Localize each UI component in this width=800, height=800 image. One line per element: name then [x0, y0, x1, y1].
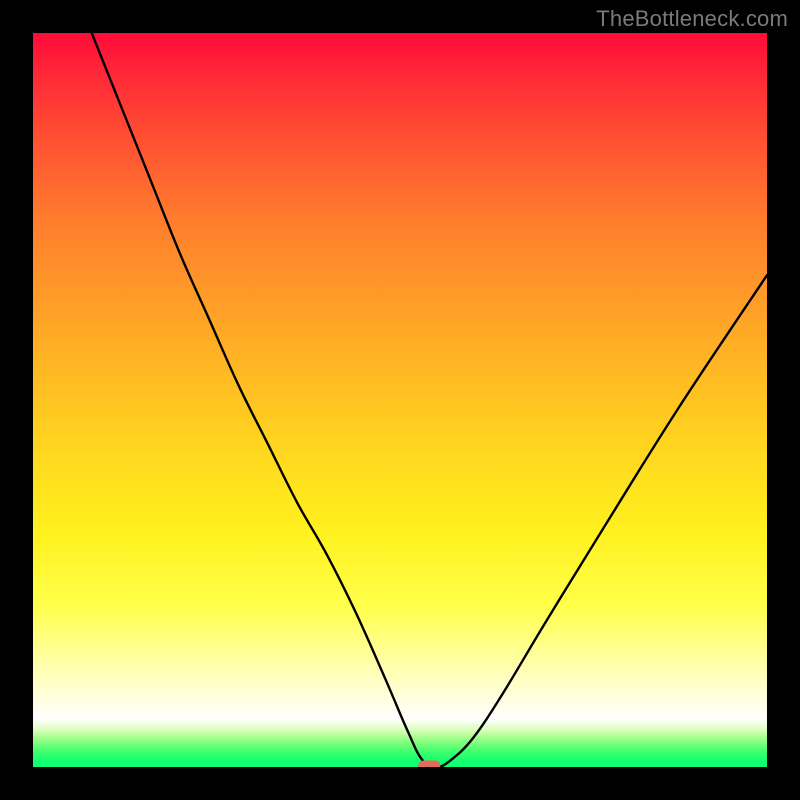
bottleneck-curve	[92, 33, 767, 767]
chart-frame: TheBottleneck.com	[0, 0, 800, 800]
attribution-label: TheBottleneck.com	[596, 6, 788, 32]
optimal-marker	[418, 761, 440, 768]
plot-area	[33, 33, 767, 767]
chart-svg	[33, 33, 767, 767]
